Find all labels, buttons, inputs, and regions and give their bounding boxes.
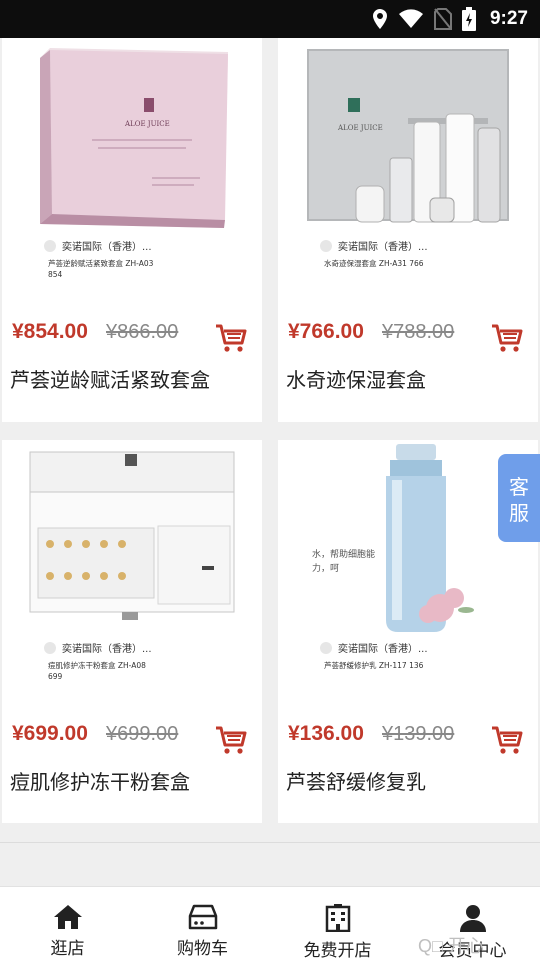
product-title[interactable]: 芦荟逆龄赋活紧致套盒: [10, 364, 210, 393]
tab-label: 购物车: [177, 939, 228, 959]
customer-service-label: 客服: [509, 475, 529, 525]
tab-cart[interactable]: 购物车: [135, 887, 270, 960]
customer-service-button[interactable]: 客服: [498, 454, 540, 542]
status-bar: 9:27: [0, 0, 540, 38]
cart-box-icon: [188, 904, 217, 930]
product-code: 芦荟逆龄赋活紧致套盒 ZH-A03 854: [48, 259, 154, 279]
product-title[interactable]: 水奇迹保湿套盒: [286, 364, 426, 393]
battery-icon: [461, 7, 476, 31]
home-icon: [53, 905, 82, 929]
product-price: ¥854.00: [12, 320, 88, 343]
wifi-icon: [398, 9, 423, 28]
user-icon: [459, 905, 486, 932]
product-price: ¥136.00: [288, 722, 364, 745]
product-code: 痘肌修护冻干粉套盒 ZH-A08 699: [48, 661, 146, 681]
product-card[interactable]: 奕诺国际（香港）... 痘肌修护冻干粉套盒 ZH-A08 699 ¥699.00…: [2, 440, 262, 823]
status-time: 9:27: [489, 8, 528, 29]
location-icon: [372, 9, 387, 29]
product-code: 水奇迹保湿套盒 ZH-A31 766: [324, 259, 424, 268]
add-to-cart-icon[interactable]: [214, 723, 248, 757]
seller-avatar: [320, 641, 332, 654]
seller-name: 奕诺国际（香港）...: [62, 242, 152, 253]
tab-label: 逛店: [50, 939, 85, 959]
seller-info: 奕诺国际（香港）...: [320, 640, 428, 655]
seller-info: 奕诺国际（香港）...: [44, 238, 152, 253]
box-brand-text: ALOE JUICE: [337, 124, 383, 132]
product-old-price: ¥699.00: [106, 723, 179, 745]
product-price: ¥766.00: [288, 320, 364, 343]
product-old-price: ¥139.00: [382, 723, 455, 745]
seller-avatar: [320, 239, 332, 252]
seller-name: 奕诺国际（香港）...: [62, 644, 152, 655]
seller-info: 奕诺国际（香港）...: [320, 238, 428, 253]
divider: [0, 842, 540, 843]
product-price: ¥699.00: [12, 722, 88, 745]
seller-name: 奕诺国际（香港）...: [338, 644, 428, 655]
product-code: 芦荟舒缓修护乳 ZH-117 136: [324, 661, 424, 670]
add-to-cart-icon[interactable]: [490, 321, 524, 355]
product-old-price: ¥866.00: [106, 321, 179, 343]
tab-label: 免费开店: [303, 941, 372, 960]
product-card[interactable]: ALOE JUICE 奕诺国际（香港）... 芦荟逆龄赋活紧致套盒 ZH-A03…: [2, 38, 262, 422]
seller-info: 奕诺国际（香港）...: [44, 640, 152, 655]
product-title[interactable]: 痘肌修护冻干粉套盒: [10, 766, 190, 795]
seller-avatar: [44, 239, 56, 252]
watermark: Q□ 开心: [418, 936, 484, 956]
status-icons: 9:27: [372, 0, 528, 38]
product-image-caption: 水，帮助细胞能力，呵: [312, 550, 376, 574]
product-old-price: ¥788.00: [382, 321, 455, 343]
no-sim-icon: [433, 8, 452, 30]
tab-open-store[interactable]: 免费开店: [270, 887, 405, 960]
product-title[interactable]: 芦荟舒缓修复乳: [286, 766, 426, 795]
box-brand-text: ALOE JUICE: [124, 120, 170, 128]
add-to-cart-icon[interactable]: [214, 321, 248, 355]
product-card[interactable]: ALOE JUICE 奕诺国际（香港）... 水奇迹保湿套盒 ZH-A31 76…: [278, 38, 538, 422]
add-to-cart-icon[interactable]: [490, 723, 524, 757]
seller-avatar: [44, 641, 56, 654]
seller-name: 奕诺国际（香港）...: [338, 242, 428, 253]
tab-shop[interactable]: 逛店: [0, 887, 135, 960]
building-icon: [325, 904, 350, 933]
